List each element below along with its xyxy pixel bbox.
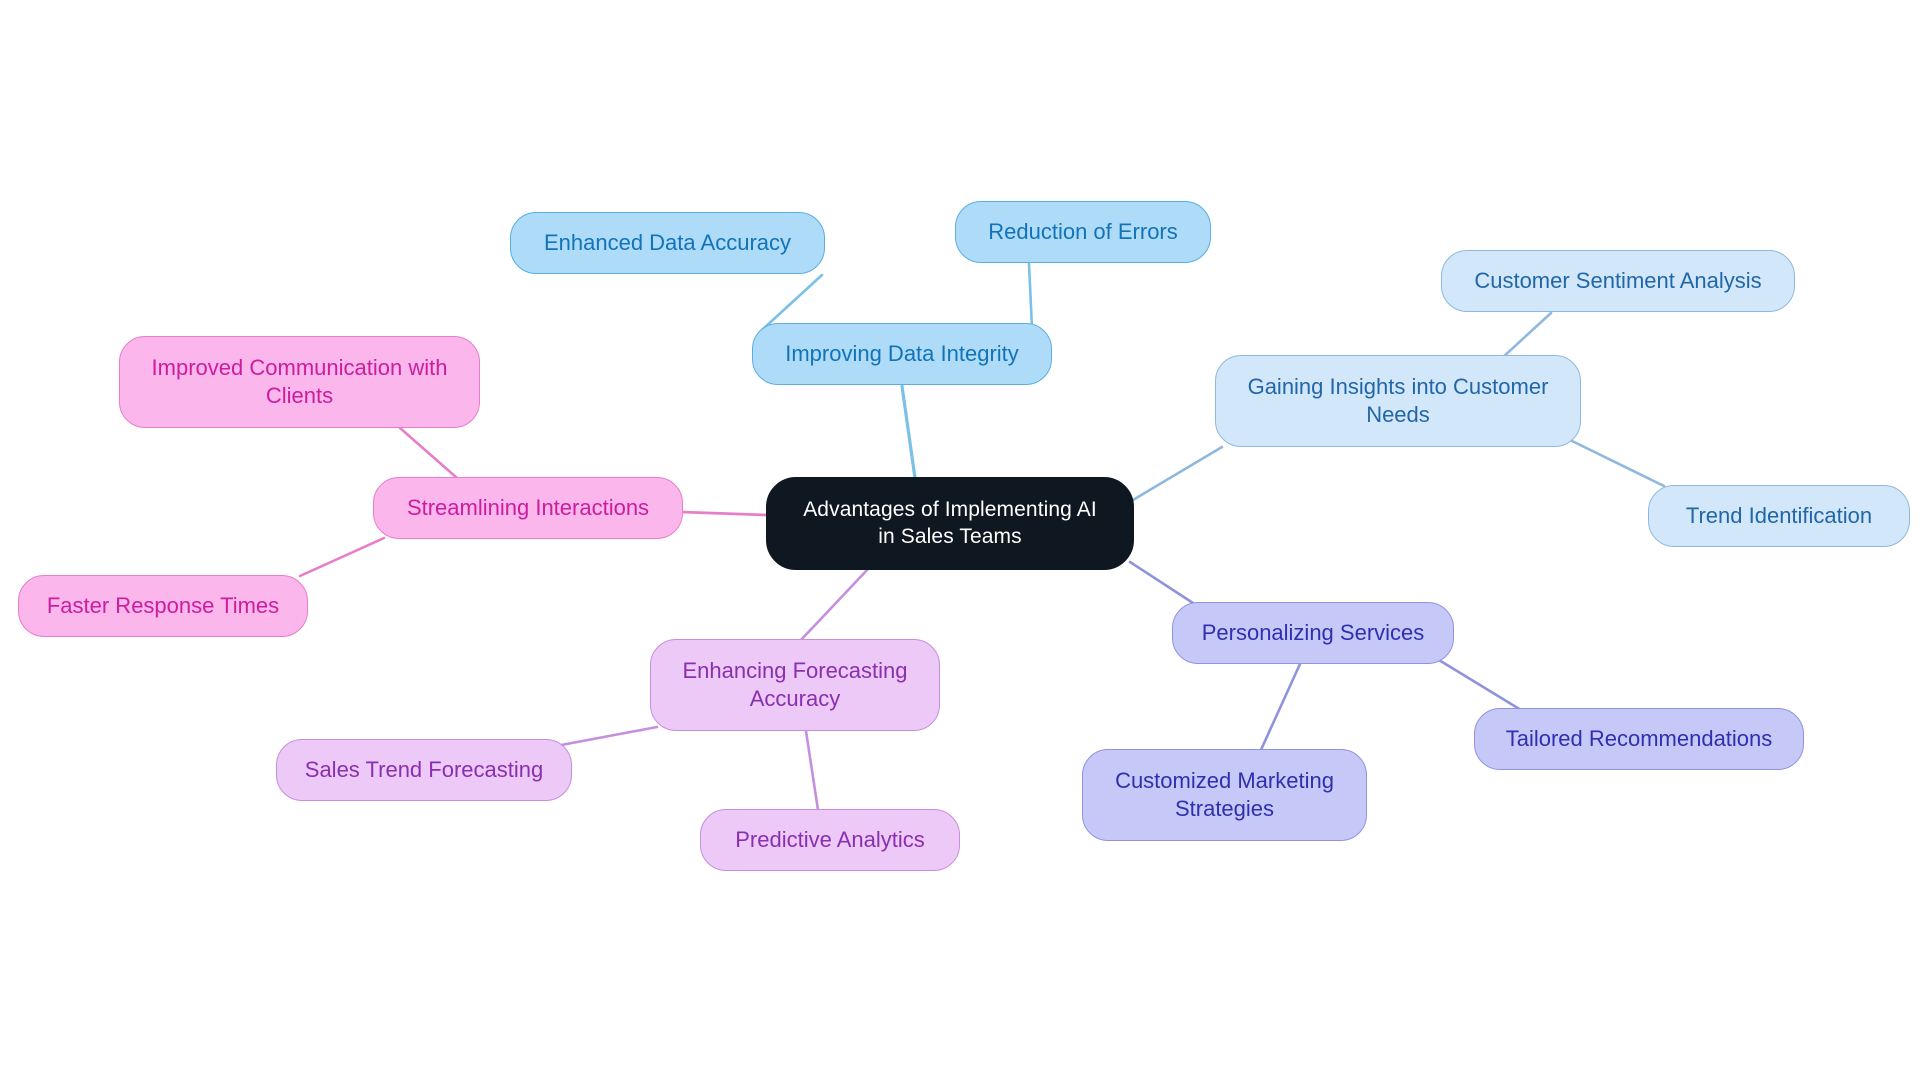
- mindmap-node-predictive-analytics[interactable]: Predictive Analytics: [700, 809, 960, 871]
- mindmap-edge: [900, 384, 917, 480]
- mindmap-node-streamlining-interactions[interactable]: Streamlining Interactions: [373, 477, 683, 539]
- mindmap-node-label: Advantages of Implementing AI in Sales T…: [803, 498, 1097, 548]
- mindmap-edge: [1500, 311, 1553, 360]
- mindmap-node-label: Predictive Analytics: [735, 827, 925, 853]
- mindmap-node-gaining-insights[interactable]: Gaining Insights into Customer Needs: [1215, 355, 1581, 447]
- mindmap-edge: [1568, 438, 1666, 488]
- mindmap-node-improving-data-integrity[interactable]: Improving Data Integrity: [752, 323, 1052, 385]
- mindmap-edge: [398, 426, 459, 480]
- mindmap-node-reduction-of-errors[interactable]: Reduction of Errors: [955, 201, 1211, 263]
- mindmap-node-label: Enhancing Forecasting Accuracy: [682, 658, 908, 711]
- mindmap-canvas: Advantages of Implementing AI in Sales T…: [0, 0, 1920, 1083]
- mindmap-node-label: Gaining Insights into Customer Needs: [1247, 374, 1549, 427]
- mindmap-edge: [554, 725, 659, 748]
- mindmap-edge: [1258, 662, 1302, 754]
- mindmap-node-label: Reduction of Errors: [988, 219, 1178, 245]
- mindmap-node-label: Streamlining Interactions: [406, 495, 650, 521]
- mindmap-node-customized-marketing-strategies[interactable]: Customized Marketing Strategies: [1082, 749, 1367, 841]
- mindmap-edge: [1027, 262, 1034, 330]
- mindmap-edge: [1131, 445, 1224, 502]
- mindmap-edge: [298, 536, 386, 578]
- mindmap-node-label: Improved Communication with Clients: [151, 355, 448, 408]
- mindmap-node-label: Improving Data Integrity: [785, 341, 1019, 367]
- mindmap-node-sales-trend-forecasting[interactable]: Sales Trend Forecasting: [276, 739, 572, 801]
- mindmap-edge: [1128, 560, 1198, 607]
- mindmap-edge: [1432, 655, 1523, 712]
- mindmap-node-label: Enhanced Data Accuracy: [543, 230, 792, 256]
- mindmap-node-faster-response-times[interactable]: Faster Response Times: [18, 575, 308, 637]
- mindmap-node-improved-communication-with-clients[interactable]: Improved Communication with Clients: [119, 336, 480, 428]
- mindmap-node-label: Customized Marketing Strategies: [1115, 768, 1334, 821]
- mindmap-node-enhanced-data-accuracy[interactable]: Enhanced Data Accuracy: [510, 212, 825, 274]
- mindmap-edge: [761, 273, 824, 331]
- mindmap-node-label: Tailored Recommendations: [1505, 726, 1773, 752]
- mindmap-node-customer-sentiment-analysis[interactable]: Customer Sentiment Analysis: [1441, 250, 1795, 312]
- mindmap-node-label: Faster Response Times: [46, 593, 280, 619]
- mindmap-node-root[interactable]: Advantages of Implementing AI in Sales T…: [766, 477, 1134, 570]
- mindmap-edge: [679, 510, 768, 517]
- mindmap-node-label: Personalizing Services: [1201, 620, 1425, 646]
- mindmap-node-trend-identification[interactable]: Trend Identification: [1648, 485, 1910, 547]
- mindmap-node-tailored-recommendations[interactable]: Tailored Recommendations: [1474, 708, 1804, 770]
- mindmap-edge: [798, 567, 870, 643]
- mindmap-node-enhancing-forecasting-accuracy[interactable]: Enhancing Forecasting Accuracy: [650, 639, 940, 731]
- mindmap-node-label: Trend Identification: [1685, 503, 1873, 529]
- mindmap-node-label: Customer Sentiment Analysis: [1474, 268, 1762, 294]
- mindmap-node-personalizing-services[interactable]: Personalizing Services: [1172, 602, 1454, 664]
- mindmap-edge: [804, 729, 820, 812]
- mindmap-node-label: Sales Trend Forecasting: [304, 757, 544, 783]
